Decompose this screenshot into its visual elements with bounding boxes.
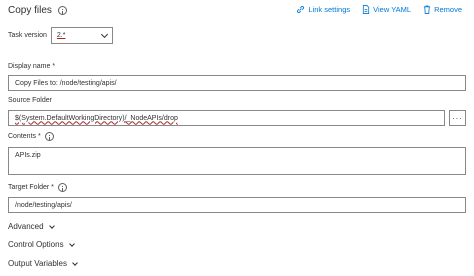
task-version-value: 2.* bbox=[56, 32, 66, 39]
task-version-label: Task version bbox=[8, 32, 47, 39]
chevron-down-icon bbox=[48, 222, 55, 229]
target-folder-value: /node/testing/apis/ bbox=[15, 201, 72, 209]
target-folder-label: Target Folder * bbox=[8, 183, 67, 192]
chevron-down-icon bbox=[68, 240, 75, 247]
advanced-section-label: Advanced bbox=[8, 222, 44, 231]
task-title-text: Copy files bbox=[8, 5, 52, 16]
info-icon[interactable] bbox=[44, 132, 54, 141]
contents-value: APIs.zip bbox=[15, 152, 41, 159]
view-yaml-button[interactable]: View YAML bbox=[362, 5, 411, 14]
link-icon bbox=[297, 5, 305, 14]
display-name-label-text: Display name * bbox=[8, 63, 56, 70]
info-icon[interactable] bbox=[57, 6, 67, 15]
display-name-value: Copy Files to: /node/testing/apis/ bbox=[15, 79, 117, 87]
source-folder-label: Source Folder bbox=[8, 97, 52, 104]
info-icon[interactable] bbox=[57, 183, 67, 192]
contents-label-text: Contents * bbox=[8, 133, 41, 140]
display-name-input[interactable]: Copy Files to: /node/testing/apis/ bbox=[8, 75, 466, 91]
control-options-section-toggle[interactable]: Control Options bbox=[8, 240, 75, 249]
source-folder-input[interactable]: $(System.DefaultWorkingDirectory)/_NodeA… bbox=[8, 110, 445, 126]
contents-textarea[interactable]: APIs.zip bbox=[8, 147, 466, 175]
advanced-section-toggle[interactable]: Advanced bbox=[8, 222, 55, 231]
link-settings-button[interactable]: Link settings bbox=[296, 5, 350, 14]
display-name-label: Display name * bbox=[8, 63, 55, 70]
document-icon bbox=[363, 5, 370, 14]
task-title: Copy files bbox=[8, 5, 67, 16]
chevron-down-icon bbox=[72, 259, 78, 266]
contents-label: Contents * bbox=[8, 132, 54, 141]
target-folder-label-text: Target Folder * bbox=[8, 184, 54, 191]
output-variables-section-label: Output Variables bbox=[8, 259, 67, 268]
more-icon: ··· bbox=[452, 113, 463, 123]
trash-icon bbox=[423, 5, 431, 14]
target-folder-input[interactable]: /node/testing/apis/ bbox=[8, 197, 466, 213]
browse-source-button[interactable]: ··· bbox=[449, 110, 466, 126]
remove-label: Remove bbox=[434, 5, 462, 14]
task-version-select[interactable]: 2.* bbox=[50, 27, 113, 44]
source-folder-value: $(System.DefaultWorkingDirectory)/_NodeA… bbox=[15, 114, 178, 122]
remove-button[interactable]: Remove bbox=[423, 5, 462, 14]
chevron-down-icon bbox=[100, 30, 108, 38]
source-folder-label-text: Source Folder bbox=[8, 97, 52, 104]
view-yaml-label: View YAML bbox=[373, 5, 412, 14]
task-version-row: Task version 2.* bbox=[8, 27, 113, 44]
control-options-section-label: Control Options bbox=[8, 240, 64, 249]
link-settings-label: Link settings bbox=[308, 5, 351, 14]
task-actions: Link settings View YAML Remove bbox=[296, 5, 462, 14]
output-variables-section-toggle[interactable]: Output Variables bbox=[8, 259, 78, 268]
